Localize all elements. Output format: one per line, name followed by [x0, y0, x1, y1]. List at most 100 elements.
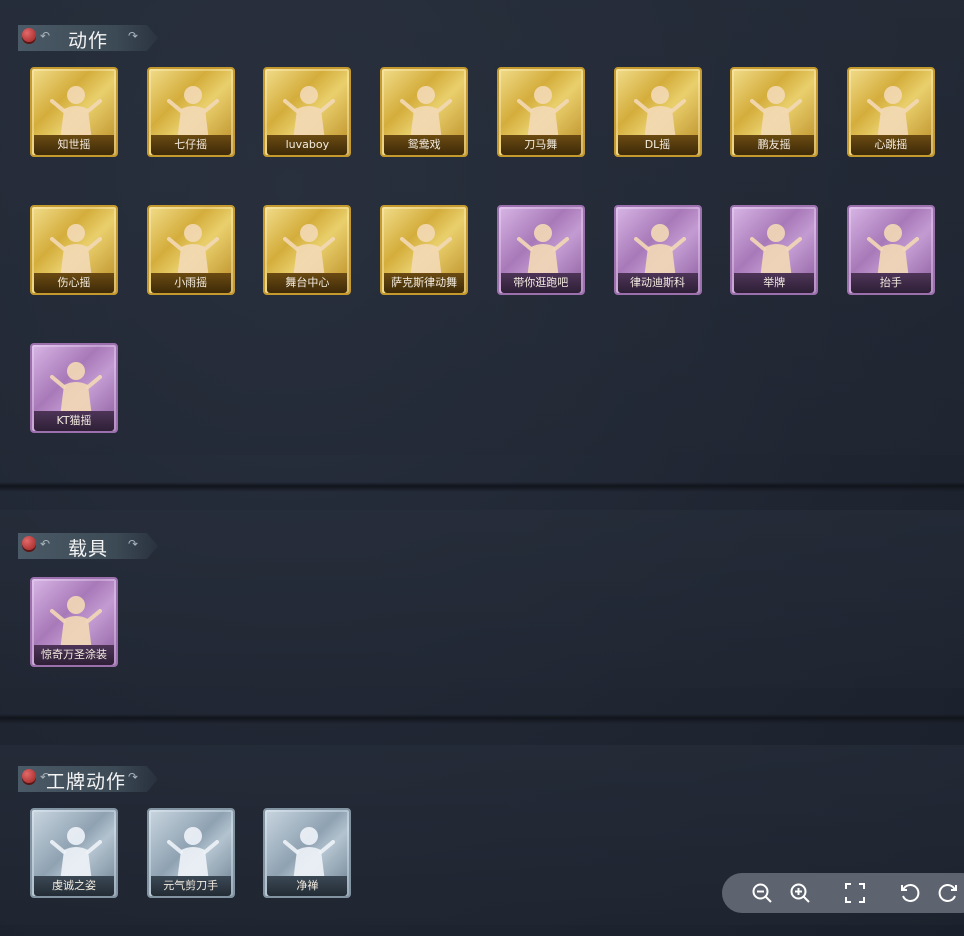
item-card[interactable]: KT猫摇 — [30, 343, 118, 449]
card-label: 带你逛跑吧 — [500, 273, 581, 293]
card-frame: 律动迪斯科 — [613, 205, 702, 295]
card-frame: 举牌 — [730, 205, 819, 295]
item-card[interactable]: 元气剪刀手 — [146, 808, 235, 914]
item-card[interactable]: 惊奇万圣涂装 — [30, 577, 118, 683]
card-label: 鸳鸯戏 — [384, 135, 465, 155]
card-label: 小雨摇 — [150, 273, 231, 293]
item-card[interactable]: 举牌 — [730, 205, 819, 311]
section-title: 工牌动作 — [46, 771, 127, 793]
emote-figure-icon — [46, 820, 106, 884]
emote-figure-icon — [46, 355, 106, 419]
vehicle-icon — [46, 589, 106, 653]
section-title: 载具 — [68, 538, 109, 560]
pin-icon — [22, 769, 36, 783]
card-frame: 抬手 — [846, 205, 935, 295]
item-card[interactable]: 七仔摇 — [146, 67, 235, 173]
card-frame: 伤心摇 — [30, 205, 118, 295]
card-label: KT猫摇 — [34, 411, 114, 431]
card-frame: 鹏友摇 — [730, 67, 819, 157]
card-frame: 惊奇万圣涂装 — [30, 577, 118, 667]
card-frame: 萨克斯律动舞 — [380, 205, 469, 295]
card-label: luvaboy — [267, 135, 348, 155]
item-card[interactable]: 舞台中心 — [263, 205, 352, 311]
curl-right-icon: ↷ — [127, 770, 138, 784]
card-frame: 带你逛跑吧 — [496, 205, 585, 295]
section-header: ↶ 工牌动作 ↷ — [18, 766, 158, 792]
emote-figure-icon — [746, 217, 806, 281]
card-label: 虔诚之姿 — [34, 876, 114, 896]
zoom-out-icon[interactable] — [750, 881, 774, 905]
pin-icon — [22, 536, 36, 550]
card-frame: 心跳摇 — [846, 67, 935, 157]
item-card[interactable]: 抬手 — [846, 205, 935, 311]
section-header: ↶ 动作 ↷ — [18, 25, 158, 51]
item-card[interactable]: 律动迪斯科 — [613, 205, 702, 311]
emote-figure-icon — [163, 217, 223, 281]
section-divider — [0, 482, 964, 492]
emote-figure-icon — [396, 79, 456, 143]
card-label: 抬手 — [850, 273, 931, 293]
card-frame: 知世摇 — [30, 67, 118, 157]
item-card[interactable]: 净禅 — [263, 808, 352, 914]
item-card[interactable]: 萨克斯律动舞 — [380, 205, 469, 311]
card-label: 律动迪斯科 — [617, 273, 698, 293]
card-label: 净禅 — [267, 876, 348, 896]
emote-figure-icon — [513, 217, 573, 281]
card-label: 元气剪刀手 — [150, 876, 231, 896]
emote-figure-icon — [630, 217, 690, 281]
card-label: 萨克斯律动舞 — [384, 273, 465, 293]
card-label: 鹏友摇 — [734, 135, 815, 155]
pin-icon — [22, 28, 36, 42]
item-card[interactable]: 虔诚之姿 — [30, 808, 118, 914]
fullscreen-icon[interactable] — [843, 881, 867, 905]
curl-right-icon: ↷ — [127, 29, 138, 43]
emote-figure-icon — [863, 79, 923, 143]
item-card[interactable]: DL摇 — [613, 67, 702, 173]
emote-figure-icon — [396, 217, 456, 281]
item-card[interactable]: 鸳鸯戏 — [380, 67, 469, 173]
emote-figure-icon — [279, 820, 339, 884]
card-frame: 刀马舞 — [496, 67, 585, 157]
emote-figure-icon — [513, 79, 573, 143]
rotate-right-icon[interactable] — [936, 881, 960, 905]
item-card[interactable]: 鹏友摇 — [730, 67, 819, 173]
card-frame: KT猫摇 — [30, 343, 118, 433]
item-card[interactable]: 刀马舞 — [496, 67, 585, 173]
section-divider — [0, 714, 964, 724]
card-frame: DL摇 — [613, 67, 702, 157]
card-frame: 元气剪刀手 — [146, 808, 235, 898]
card-frame: 七仔摇 — [146, 67, 235, 157]
emote-figure-icon — [863, 217, 923, 281]
section-header: ↶ 载具 ↷ — [18, 533, 158, 559]
card-frame: 净禅 — [263, 808, 352, 898]
emote-figure-icon — [163, 79, 223, 143]
card-label: 惊奇万圣涂装 — [34, 645, 114, 665]
section-title: 动作 — [68, 30, 109, 52]
card-label: 刀马舞 — [500, 135, 581, 155]
zoom-in-icon[interactable] — [788, 881, 812, 905]
card-label: 七仔摇 — [150, 135, 231, 155]
item-card[interactable]: 小雨摇 — [146, 205, 235, 311]
card-label: 知世摇 — [34, 135, 114, 155]
item-card[interactable]: 心跳摇 — [846, 67, 935, 173]
curl-left-icon: ↶ — [40, 29, 51, 43]
card-label: 伤心摇 — [34, 273, 114, 293]
emote-figure-icon — [46, 217, 106, 281]
item-card[interactable]: 带你逛跑吧 — [496, 205, 585, 311]
card-frame: 虔诚之姿 — [30, 808, 118, 898]
item-card[interactable]: 知世摇 — [30, 67, 118, 173]
emote-figure-icon — [163, 820, 223, 884]
curl-right-icon: ↷ — [127, 537, 138, 551]
rotate-left-icon[interactable] — [898, 881, 922, 905]
card-label: DL摇 — [617, 135, 698, 155]
emote-figure-icon — [279, 217, 339, 281]
item-card[interactable]: luvaboy — [263, 67, 352, 173]
item-card[interactable]: 伤心摇 — [30, 205, 118, 311]
card-frame: 舞台中心 — [263, 205, 352, 295]
card-label: 心跳摇 — [850, 135, 931, 155]
card-frame: 小雨摇 — [146, 205, 235, 295]
card-label: 舞台中心 — [267, 273, 348, 293]
emote-figure-icon — [279, 79, 339, 143]
section-panel — [0, 0, 964, 455]
image-viewer-toolbar — [722, 873, 964, 913]
